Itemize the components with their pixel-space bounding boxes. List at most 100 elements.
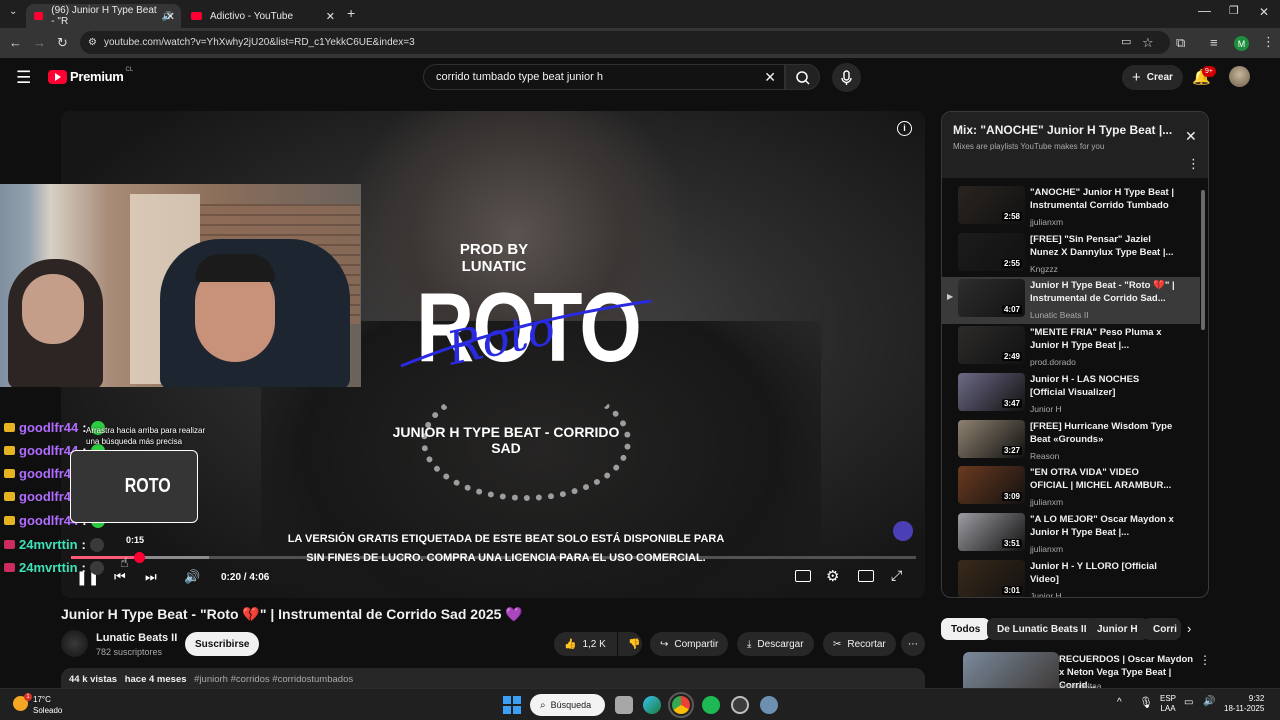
filter-chip[interactable]: Junior H (1087, 618, 1148, 640)
playlist-item-title[interactable]: "ANOCHE" Junior H Type Beat | Instrument… (1030, 186, 1175, 212)
info-icon[interactable]: i (897, 121, 912, 136)
playlist-thumbnail[interactable]: 3:51 (958, 512, 1025, 551)
playlist-item[interactable]: 2:55 [FREE] "Sin Pensar" Jaziel Nunez X D… (942, 231, 1200, 278)
site-info-icon[interactable]: ⚙ (88, 37, 97, 48)
cast-icon[interactable]: ▭ (1121, 37, 1131, 48)
clear-search-icon[interactable]: ✕ (764, 69, 776, 86)
more-actions-button[interactable]: ⋯ (901, 632, 925, 656)
chrome-icon[interactable] (668, 692, 694, 718)
weather-widget[interactable]: 17°C Soleado (33, 694, 62, 716)
playlist-item[interactable]: 3:47 Junior H - LAS NOCHES [Official Visu… (942, 371, 1200, 418)
like-button[interactable]: 👍 1,2 K (554, 632, 617, 656)
playlist-thumbnail[interactable]: 3:01 (958, 559, 1025, 597)
minimize-icon[interactable]: — (1198, 4, 1211, 17)
playlist-thumbnail[interactable]: 3:09 (958, 466, 1025, 505)
playlist-item-title[interactable]: "EN OTRA VIDA" VIDEO OFICIAL | MICHEL AR… (1030, 466, 1175, 492)
volume-tray-icon[interactable]: 🔊 (1203, 696, 1215, 707)
share-button[interactable]: ↪ Compartir (650, 632, 729, 656)
subscribe-button[interactable]: Suscribirse (185, 632, 260, 656)
playlist-item[interactable]: 3:27 [FREE] Hurricane Wisdom Type Beat «G… (942, 418, 1200, 465)
search-button[interactable] (785, 64, 820, 90)
windows-start-icon[interactable] (503, 696, 521, 714)
reload-icon[interactable]: ↻ (57, 36, 68, 49)
miniplayer-icon[interactable] (858, 570, 874, 582)
close-window-icon[interactable]: ✕ (1259, 6, 1269, 18)
playlist-item-title[interactable]: Junior H Type Beat - "Roto 💔" | Instrume… (1030, 279, 1175, 305)
tab-adictivo[interactable]: Adictivo - YouTube ✕ (183, 4, 341, 28)
settings-app-icon[interactable] (760, 696, 778, 714)
chips-next-icon[interactable]: › (1187, 621, 1191, 636)
close-tab-icon[interactable]: ✕ (166, 10, 175, 23)
playlist-thumbnail[interactable]: 4:07 (958, 279, 1025, 318)
playlist-item-title[interactable]: [FREE] "Sin Pensar" Jaziel Nunez X Danny… (1030, 233, 1175, 259)
playlist-item-title[interactable]: "MENTE FRIA" Peso Pluma x Junior H Type … (1030, 326, 1175, 352)
playlist-menu-icon[interactable]: ⋮ (1187, 156, 1200, 172)
filter-chip[interactable]: Todos (941, 618, 991, 640)
account-avatar[interactable] (1229, 66, 1250, 87)
subtitles-icon[interactable] (795, 570, 811, 582)
recommended-thumbnail[interactable] (963, 652, 1059, 688)
playlist-item-title[interactable]: Junior H - LAS NOCHES [Official Visualiz… (1030, 373, 1175, 399)
volume-icon[interactable]: 🔊 (184, 569, 200, 585)
channel-avatar[interactable] (61, 630, 88, 657)
scrollbar-thumb[interactable] (1201, 190, 1205, 330)
obs-icon[interactable] (731, 696, 749, 714)
playlist-thumbnail[interactable]: 2:55 (958, 232, 1025, 271)
close-playlist-icon[interactable]: ✕ (1185, 128, 1197, 145)
clip-button[interactable]: ✂ Recortar (823, 632, 896, 656)
playlist-item[interactable]: 2:49 "MENTE FRIA" Peso Pluma x Junior H T… (942, 324, 1200, 371)
playlist-thumbnail[interactable]: 3:27 (958, 419, 1025, 458)
playlist-item[interactable]: ▶ 4:07 Junior H Type Beat - "Roto 💔" | Ins… (942, 277, 1200, 325)
close-tab-icon[interactable]: ✕ (326, 10, 335, 23)
create-button[interactable]: + Crear (1122, 65, 1183, 90)
restore-icon[interactable]: ❐ (1229, 6, 1239, 17)
playlist-item[interactable]: 3:51 "A LO MEJOR" Oscar Maydon x Junior H… (942, 511, 1200, 558)
dislike-button[interactable]: 👎 (618, 632, 642, 656)
tab-current[interactable]: (96) Junior H Type Beat - "R 🔊 ✕ (26, 4, 181, 28)
back-icon[interactable]: ← (9, 36, 22, 49)
filter-chip[interactable]: Corri (1143, 618, 1181, 640)
youtube-logo[interactable]: Premium CL (48, 67, 133, 84)
playlist-thumbnail[interactable]: 2:49 (958, 326, 1025, 365)
url-field[interactable]: ⚙ youtube.com/watch?v=YhXwhy2jU20&list=R… (80, 31, 1170, 54)
next-icon[interactable]: ⏭ (145, 569, 157, 585)
media-control-icon[interactable]: ≡ (1210, 36, 1218, 49)
task-view-icon[interactable] (615, 696, 633, 714)
playlist-thumbnail[interactable]: 3:47 (958, 372, 1025, 411)
playlist-item[interactable]: 3:09 "EN OTRA VIDA" VIDEO OFICIAL | MICHE… (942, 464, 1200, 511)
playlist-item-title[interactable]: "A LO MEJOR" Oscar Maydon x Junior H Typ… (1030, 513, 1175, 539)
playlist-scrollbar[interactable] (1200, 184, 1206, 594)
playlist-item-title[interactable]: [FREE] Hurricane Wisdom Type Beat «Groun… (1030, 420, 1175, 446)
recommended-menu-icon[interactable]: ⋮ (1199, 653, 1211, 667)
voice-search-button[interactable] (832, 63, 861, 92)
new-tab-icon[interactable]: + (347, 6, 355, 20)
filter-chip[interactable]: De Lunatic Beats II (987, 618, 1097, 640)
tray-overflow-icon[interactable]: ^ (1117, 697, 1122, 708)
search-input[interactable]: corrido tumbado type beat junior h ✕ (423, 64, 785, 90)
playlist-title[interactable]: Mix: "ANOCHE" Junior H Type Beat |... (953, 123, 1172, 137)
channel-name[interactable]: Lunatic Beats II (96, 632, 177, 644)
forward-icon[interactable]: → (33, 36, 46, 49)
playlist-item[interactable]: 2:58 "ANOCHE" Junior H Type Beat | Instru… (942, 184, 1200, 231)
playlist-thumbnail[interactable]: 2:58 (958, 186, 1025, 224)
playlist-item[interactable]: 3:01 Junior H - Y LLORO [Official Video] J… (942, 558, 1200, 597)
previous-icon[interactable]: ⏮ (114, 569, 126, 585)
spotify-icon[interactable] (702, 696, 720, 714)
playlist-item-title[interactable]: Junior H - Y LLORO [Official Video] (1030, 560, 1175, 586)
hamburger-menu-icon[interactable]: ☰ (16, 69, 31, 86)
extensions-icon[interactable]: ⧉ (1176, 36, 1185, 49)
tray-mic-icon[interactable]: 🎙 (1139, 696, 1153, 709)
browser-menu-icon[interactable]: ⋮ (1262, 35, 1275, 48)
progress-bar[interactable] (71, 552, 916, 563)
network-icon[interactable]: ▭ (1184, 697, 1193, 708)
language-indicator[interactable]: ESP LAA (1160, 694, 1176, 714)
clock[interactable]: 9:32 18-11-2025 (1224, 694, 1264, 714)
bookmark-star-icon[interactable]: ☆ (1142, 36, 1154, 49)
taskbar-search[interactable]: ⌕ Búsqueda (530, 694, 605, 716)
profile-avatar[interactable]: M (1234, 36, 1249, 51)
hashtags[interactable]: #juniorh #corridos #corridostumbados (194, 674, 353, 685)
tab-list-icon[interactable]: ⌄ (9, 7, 17, 17)
download-button[interactable]: ⤓ Descargar (737, 632, 814, 656)
progress-scrubber[interactable] (134, 552, 145, 563)
settings-gear-icon[interactable]: ⚙ (826, 567, 839, 585)
